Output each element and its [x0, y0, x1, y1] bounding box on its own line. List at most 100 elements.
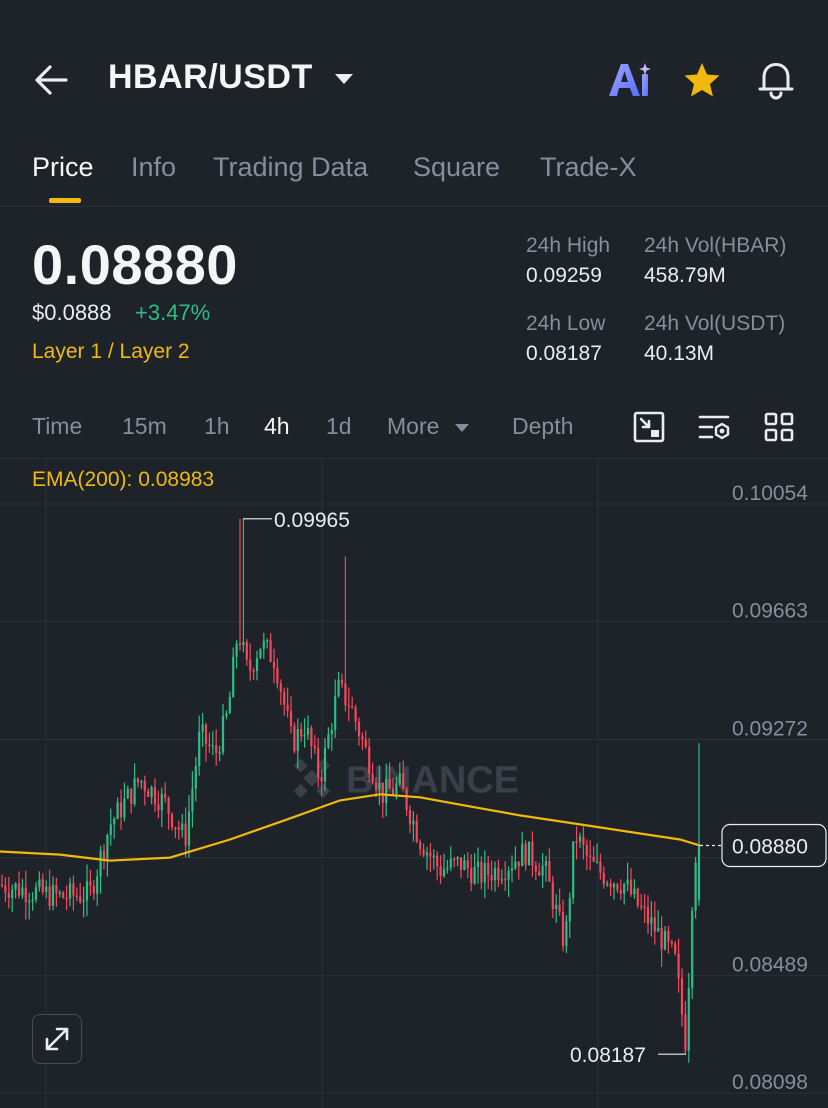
candle-body: [640, 905, 643, 908]
category-tag[interactable]: Layer 1 / Layer 2: [32, 340, 190, 364]
candle-body: [320, 777, 323, 782]
candle-body: [85, 881, 89, 901]
candle-body: [687, 987, 690, 1051]
bell-icon[interactable]: [756, 58, 796, 100]
candle-body: [0, 884, 4, 887]
candle-body: [4, 885, 7, 893]
candle-body: [531, 841, 534, 866]
candle-body: [657, 927, 660, 932]
candle-body: [398, 773, 401, 784]
candle-body: [626, 879, 629, 885]
candle-body: [578, 836, 582, 842]
tab-square[interactable]: Square: [413, 152, 500, 183]
indicator-settings-icon[interactable]: [698, 410, 732, 444]
low-value: 0.08187: [526, 342, 602, 365]
timeframe-1h[interactable]: 1h: [204, 413, 230, 440]
candle-body: [609, 883, 612, 888]
candle-body: [310, 728, 313, 746]
candle-body: [347, 705, 350, 707]
candle-body: [636, 888, 639, 906]
candle-body: [402, 773, 405, 790]
star-icon[interactable]: [682, 60, 722, 100]
candle-body: [48, 886, 51, 907]
candle-body: [419, 841, 422, 850]
volume-base-value: 458.79M: [644, 264, 726, 287]
candle-body: [96, 876, 99, 894]
candle-body: [242, 642, 245, 645]
candle-body: [317, 747, 320, 778]
candle-body: [313, 745, 316, 748]
candle-body: [504, 878, 507, 881]
candle-body: [344, 683, 347, 706]
max-price-label: 0.09965: [274, 509, 350, 532]
candle-body: [439, 866, 442, 877]
timeframe-1d[interactable]: 1d: [326, 413, 352, 440]
candle-body: [694, 862, 697, 911]
candle-body: [72, 883, 75, 896]
candle-body: [412, 820, 415, 825]
price-change-percent: +3.47%: [135, 300, 211, 325]
timeframe-more[interactable]: More: [387, 413, 439, 440]
candle-body: [674, 943, 677, 954]
volume-quote-value: 40.13M: [644, 342, 715, 365]
candle-body: [177, 827, 180, 830]
candle-body: [113, 818, 116, 825]
chart-area[interactable]: BINANCE 0.100540.096630.092720.088800.08…: [0, 458, 828, 1108]
dropdown-caret-icon[interactable]: [334, 72, 354, 86]
ema-indicator-label[interactable]: EMA(200): 0.08983: [32, 468, 214, 492]
tab-price[interactable]: Price: [32, 152, 94, 183]
timeframe-time[interactable]: Time: [32, 413, 82, 440]
back-arrow-icon[interactable]: [30, 60, 74, 100]
candle-body: [296, 729, 299, 752]
candle-body: [663, 930, 667, 950]
candle-body: [470, 868, 473, 884]
layout-grid-icon[interactable]: [762, 410, 796, 444]
candle-body: [211, 745, 214, 747]
candle-body: [116, 802, 119, 819]
candle-body: [368, 746, 371, 774]
candle-body: [17, 883, 21, 896]
candle-body: [109, 824, 112, 836]
high-label: 24h High: [526, 234, 611, 257]
ai-icon[interactable]: [606, 60, 652, 100]
candle-body: [378, 782, 381, 790]
expand-chart-icon[interactable]: [32, 1014, 82, 1064]
tab-trade-x[interactable]: Trade-X: [540, 152, 637, 183]
candle-body: [130, 788, 133, 804]
candle-body: [493, 867, 497, 881]
timeframe-4h[interactable]: 4h: [264, 413, 290, 440]
candle-body: [667, 930, 670, 942]
candle-body: [119, 802, 123, 818]
candle-body: [432, 855, 435, 858]
candle-body: [150, 787, 153, 798]
tab-bar: Price Info Trading Data Square Trade-X: [0, 140, 828, 207]
more-caret-icon[interactable]: [454, 423, 470, 433]
candle-body: [381, 782, 384, 803]
candle-body: [500, 878, 503, 881]
tab-info[interactable]: Info: [131, 152, 176, 183]
candle-body: [41, 879, 44, 892]
candle-body: [235, 643, 238, 657]
candle-body: [252, 670, 255, 673]
candle-body: [327, 734, 330, 748]
candle-body: [82, 900, 85, 903]
candlestick-chart[interactable]: BINANCE 0.100540.096630.092720.088800.08…: [0, 459, 828, 1108]
depth-tab[interactable]: Depth: [512, 413, 573, 440]
y-tick-label: 0.09272: [732, 717, 808, 740]
candle-body: [79, 896, 82, 902]
candle-body: [646, 907, 650, 924]
timeframe-15m[interactable]: 15m: [122, 413, 167, 440]
candle-body: [623, 884, 626, 894]
chart-settings-icon[interactable]: [632, 410, 666, 444]
candle-body: [133, 778, 136, 804]
candle-body: [164, 793, 167, 798]
tab-trading-data[interactable]: Trading Data: [213, 152, 368, 183]
candle-body: [473, 866, 476, 884]
candle-body: [490, 874, 493, 881]
candle-body: [374, 782, 378, 790]
candle-body: [167, 797, 170, 814]
pair-title[interactable]: HBAR/USDT: [108, 58, 313, 97]
candle-body: [24, 887, 27, 903]
candle-body: [140, 780, 143, 783]
candle-body: [354, 707, 357, 722]
